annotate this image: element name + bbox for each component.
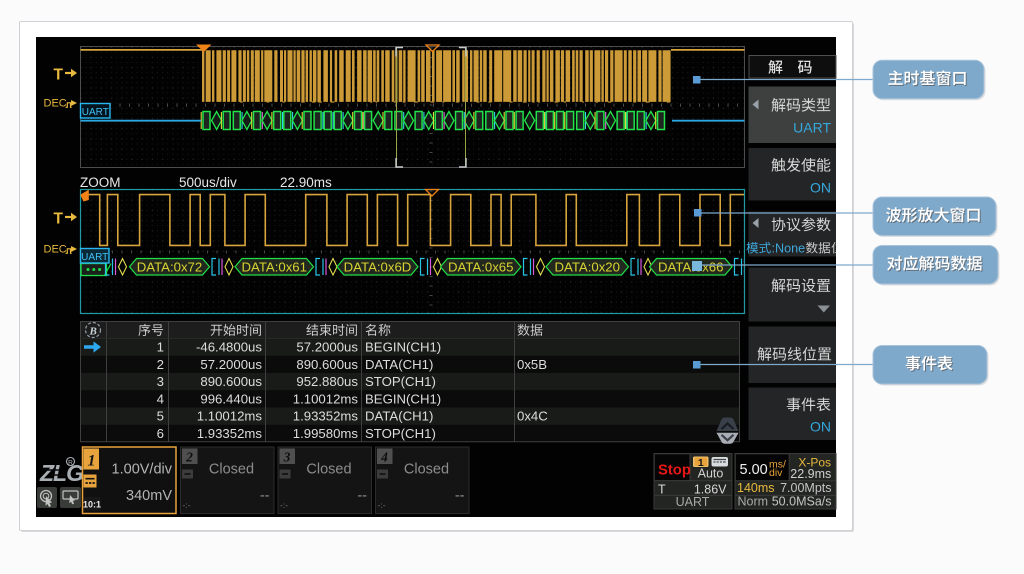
svg-text:890.600us: 890.600us (200, 374, 262, 389)
svg-text:DATA:0x6D: DATA:0x6D (344, 259, 412, 274)
svg-text:-:-: -:- (280, 500, 288, 510)
svg-text:140ms: 140ms (737, 481, 775, 495)
svg-text::None: :None (772, 242, 806, 256)
svg-text:1: 1 (157, 340, 164, 355)
svg-text:R: R (68, 459, 73, 466)
svg-text:57.2000us: 57.2000us (200, 357, 262, 372)
svg-text:1.99580ms: 1.99580ms (293, 426, 359, 441)
svg-text:DATA:0x61: DATA:0x61 (242, 259, 307, 274)
svg-text:UART: UART (793, 120, 831, 136)
svg-text:UART: UART (676, 495, 710, 509)
svg-text:22.9ms: 22.9ms (790, 467, 831, 481)
svg-text:952.880us: 952.880us (296, 374, 358, 389)
svg-text:1.10012ms: 1.10012ms (197, 409, 263, 424)
svg-text:DATA:0x72: DATA:0x72 (137, 259, 202, 274)
svg-text:UART: UART (81, 252, 108, 263)
svg-text:DEC: DEC (44, 243, 67, 255)
svg-text:-:-: -:- (378, 500, 386, 510)
svg-text:0x5B: 0x5B (517, 357, 547, 372)
svg-text:10:1: 10:1 (83, 500, 101, 510)
svg-text:4: 4 (157, 391, 164, 406)
svg-text:Closed: Closed (306, 462, 351, 478)
svg-text:T: T (658, 483, 666, 497)
svg-text:1.00V/div: 1.00V/div (112, 462, 173, 478)
svg-text:ON: ON (810, 180, 831, 196)
svg-text:50.0MSa/s: 50.0MSa/s (772, 495, 832, 509)
svg-text:DATA(CH1): DATA(CH1) (365, 357, 433, 372)
svg-text:1.93352ms: 1.93352ms (293, 409, 359, 424)
svg-text:Closed: Closed (404, 462, 449, 478)
svg-text:--: -- (357, 488, 367, 504)
svg-text:B: B (89, 326, 97, 338)
svg-text:0x4C: 0x4C (517, 409, 548, 424)
svg-text:3: 3 (283, 450, 291, 465)
svg-text:6: 6 (157, 426, 164, 441)
svg-text:57.2000us: 57.2000us (296, 340, 358, 355)
svg-text:5.00: 5.00 (740, 462, 768, 478)
svg-text:--: -- (455, 488, 465, 504)
svg-text:DATA(CH1): DATA(CH1) (365, 409, 433, 424)
svg-text:890.600us: 890.600us (296, 357, 358, 372)
svg-text:3: 3 (157, 374, 164, 389)
svg-text:T: T (54, 211, 64, 228)
svg-text:2: 2 (157, 357, 164, 372)
svg-text:500us/div: 500us/div (179, 175, 237, 190)
svg-text:STOP(CH1): STOP(CH1) (365, 374, 436, 389)
svg-text:T: T (54, 67, 64, 84)
svg-text:STOP(CH1): STOP(CH1) (365, 426, 436, 441)
svg-text:22.90ms: 22.90ms (280, 175, 332, 190)
svg-text:7.00Mpts: 7.00Mpts (780, 481, 831, 495)
svg-text:2: 2 (185, 450, 193, 465)
svg-text:DEC: DEC (44, 97, 67, 109)
svg-text:div: div (769, 467, 783, 479)
svg-text:UART: UART (82, 107, 109, 118)
svg-text:DATA:0x20: DATA:0x20 (555, 259, 620, 274)
svg-text:5: 5 (157, 409, 164, 424)
svg-text:996.440us: 996.440us (200, 391, 262, 406)
svg-text:1.93352ms: 1.93352ms (197, 426, 263, 441)
svg-text:-:-: -:- (183, 500, 191, 510)
svg-text:DATA:0x66: DATA:0x66 (658, 259, 723, 274)
svg-text:1.10012ms: 1.10012ms (293, 391, 359, 406)
svg-text:BEGIN(CH1): BEGIN(CH1) (365, 391, 441, 406)
svg-text:Closed: Closed (209, 462, 254, 478)
svg-text:Auto: Auto (698, 467, 724, 481)
svg-text:ZLG: ZLG (39, 460, 84, 486)
svg-text:-46.4800us: -46.4800us (196, 340, 262, 355)
svg-text:DATA:0x65: DATA:0x65 (448, 259, 513, 274)
svg-text:ON: ON (810, 419, 831, 435)
svg-text:--: -- (260, 488, 270, 504)
svg-text:BEGIN(CH1): BEGIN(CH1) (365, 340, 441, 355)
svg-text:ZOOM: ZOOM (80, 175, 121, 190)
svg-text:340mV: 340mV (126, 488, 172, 504)
svg-text:Norm: Norm (738, 495, 769, 509)
svg-text:1: 1 (88, 453, 96, 470)
svg-text:4: 4 (380, 450, 388, 465)
svg-text:Stop: Stop (658, 463, 691, 479)
